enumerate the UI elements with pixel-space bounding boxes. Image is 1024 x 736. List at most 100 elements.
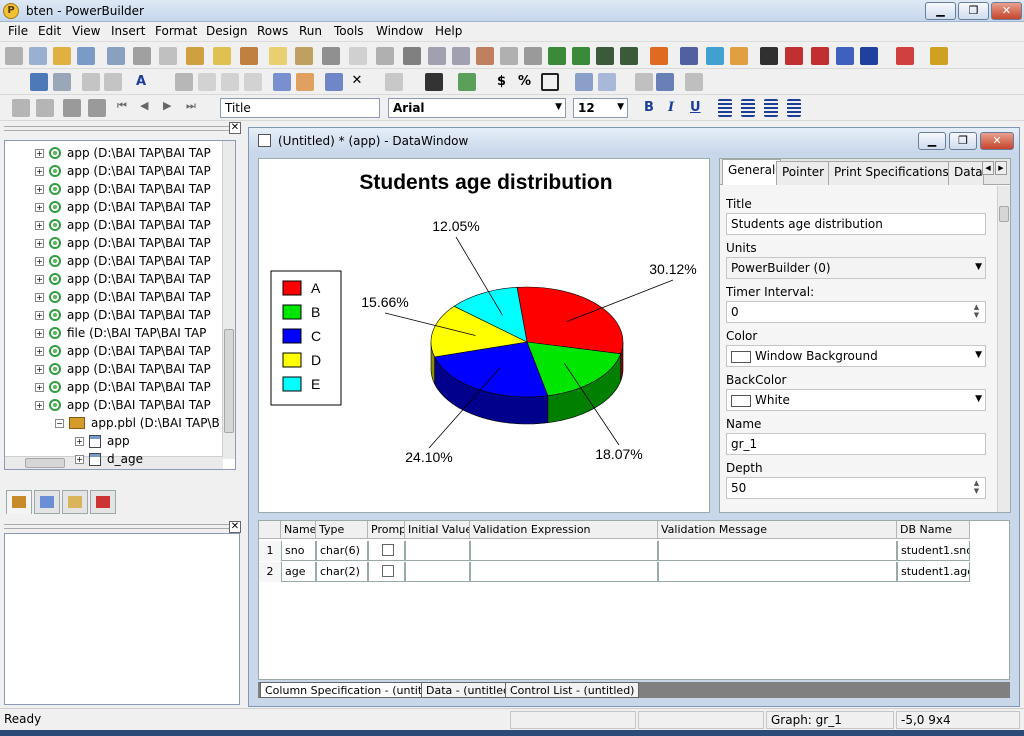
prop-color-field[interactable]: Window Background ▼ [726,345,986,367]
open-icon[interactable] [29,47,47,65]
table-icon[interactable] [452,47,470,65]
column-header[interactable]: Initial Value [405,521,470,539]
column-header[interactable]: DB Name [897,521,970,539]
print-icon[interactable] [53,73,71,91]
ruler-icon[interactable] [88,99,106,117]
expand-icon[interactable]: + [35,203,44,212]
layer-icon[interactable] [656,73,674,91]
last-page-icon[interactable]: ⏭ [186,99,204,117]
graph-icon[interactable] [476,47,494,65]
chevron-down-icon[interactable]: ▼ [975,350,982,360]
import-icon[interactable] [269,47,287,65]
close-pane-icon[interactable]: ✕ [229,521,241,533]
column-header[interactable]: Validation Expression [470,521,658,539]
prop-title-field[interactable]: Students age distribution [726,213,986,235]
align-right-icon[interactable] [764,99,778,117]
expand-icon[interactable]: + [35,185,44,194]
cell-validation-expression[interactable] [470,541,658,561]
text-icon[interactable] [811,47,829,65]
report-icon[interactable] [524,47,542,65]
library-icon[interactable] [107,47,125,65]
child-minimize-button[interactable]: ▁ [918,132,946,150]
properties-scrollbar[interactable] [997,186,1010,512]
align-icon[interactable] [385,73,403,91]
build-icon[interactable] [186,47,204,65]
palette-icon[interactable] [930,47,948,65]
pie-chart[interactable]: Students age distribution ABCDE 30.12% 18… [259,159,709,512]
cell-db-name[interactable]: student1.sno [897,541,970,561]
data-icon[interactable] [349,47,367,65]
prop-backcolor-field[interactable]: White ▼ [726,389,986,411]
cell-type[interactable]: char(6) [316,541,368,561]
prompt-checkbox[interactable] [382,544,394,556]
tab-scroll-left-icon[interactable]: ◀ [982,161,994,175]
scroll-thumb[interactable] [999,206,1009,222]
spin-arrows-icon[interactable]: ▲ ▼ [970,303,983,321]
align-center-icon[interactable] [741,99,755,117]
expand-icon[interactable]: + [35,167,44,176]
tab-control-list[interactable]: Control List - (untitled) [505,682,640,698]
preview-icon[interactable] [295,47,313,65]
tab-output[interactable] [62,490,88,514]
menu-insert[interactable]: Insert [108,24,148,38]
expand-icon[interactable]: + [35,293,44,302]
cell-validation-message[interactable] [658,562,897,582]
menu-run[interactable]: Run [296,24,325,38]
cell-initial-value[interactable] [405,562,470,582]
expand-icon[interactable]: + [35,149,44,158]
cell-prompt[interactable] [368,562,405,582]
object-icon[interactable] [159,47,177,65]
export-icon[interactable] [240,47,258,65]
menu-file[interactable]: File [5,24,31,38]
delete-icon[interactable]: ✕ [348,73,366,91]
edit-source-icon[interactable] [836,47,854,65]
close-button[interactable]: ✕ [991,2,1022,20]
grid-icon[interactable] [635,73,653,91]
tab-system-tree[interactable] [6,490,32,514]
inherit-icon[interactable] [77,47,95,65]
cell-name[interactable]: sno [281,541,316,561]
cell-type[interactable]: char(2) [316,562,368,582]
italic-button[interactable]: I [668,100,674,115]
script-icon[interactable] [680,47,698,65]
tree-vertical-scrollbar[interactable] [222,141,235,459]
sql-icon[interactable] [500,47,518,65]
expand-icon[interactable]: + [75,437,84,446]
expand-icon[interactable]: + [35,311,44,320]
edit-icon[interactable] [706,47,724,65]
tab-order-icon[interactable] [296,73,314,91]
expand-icon[interactable]: + [35,329,44,338]
folder-icon[interactable] [53,47,71,65]
scroll-thumb[interactable] [224,329,234,433]
column-header[interactable]: Name [281,521,316,539]
prop-name-field[interactable]: gr_1 [726,433,986,455]
exit-icon[interactable] [650,47,668,65]
font-name-select[interactable]: Arial ▼ [388,98,566,118]
restore-button[interactable]: ❐ [958,2,989,20]
properties-icon[interactable] [325,73,343,91]
run-app-icon[interactable] [620,47,638,65]
tab-scroll-right-icon[interactable]: ▶ [995,161,1007,175]
column-header[interactable]: Type [316,521,368,539]
first-page-icon[interactable]: ⏮ [117,99,135,117]
space-icon[interactable] [598,73,616,91]
fill-color-icon[interactable] [425,73,443,91]
preview-icon[interactable] [36,99,54,117]
spin-arrows-icon[interactable]: ▲ ▼ [970,479,983,497]
text-color-icon[interactable]: A [136,74,146,89]
expand-icon[interactable]: + [35,383,44,392]
tab-pointer[interactable]: Pointer [776,161,831,185]
menu-format[interactable]: Format [152,24,200,38]
run-icon[interactable] [596,47,614,65]
grid-toggle-icon[interactable] [63,99,81,117]
prop-units-field[interactable]: PowerBuilder (0) ▼ [726,257,986,279]
datawindow-icon[interactable] [322,47,340,65]
expand-icon[interactable]: + [75,455,84,464]
cell-validation-message[interactable] [658,541,897,561]
expand-icon[interactable]: + [35,221,44,230]
menu-window[interactable]: Window [373,24,426,38]
bring-front-icon[interactable] [685,73,703,91]
tab-column-specification[interactable]: Column Specification - (untitled) [260,682,449,698]
prop-depth-field[interactable]: 50 ▲ ▼ [726,477,986,499]
menu-view[interactable]: View [69,24,103,38]
